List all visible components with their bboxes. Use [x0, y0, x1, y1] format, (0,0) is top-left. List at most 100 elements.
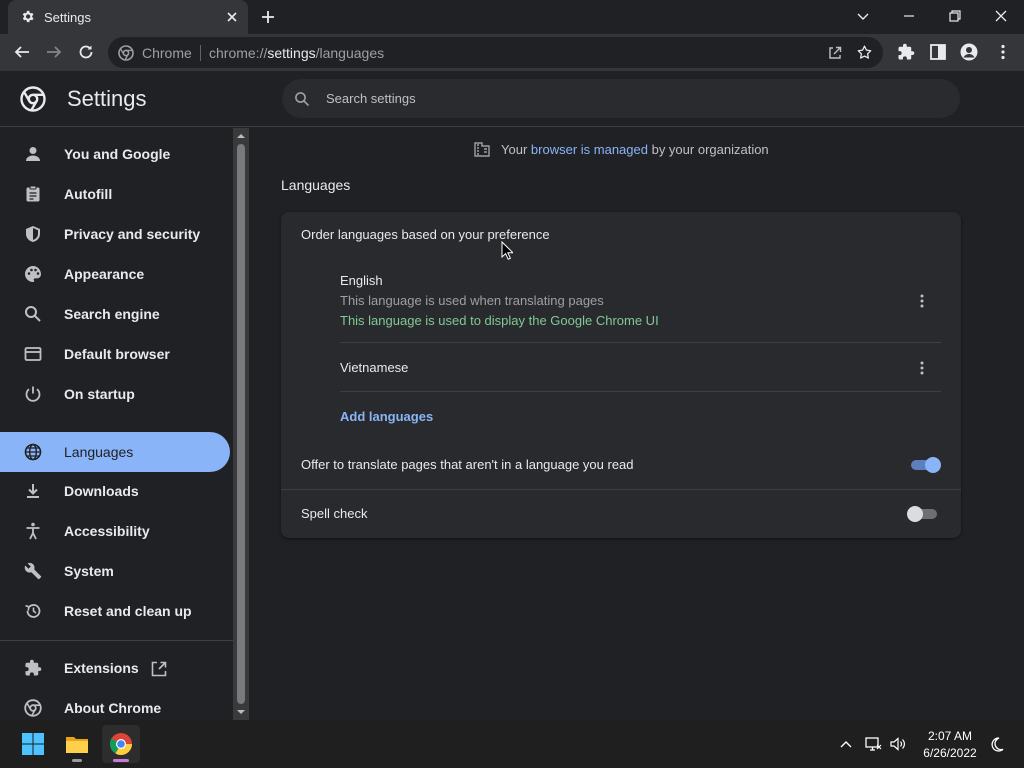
close-tab-icon[interactable] [224, 9, 240, 25]
restore-icon[interactable] [947, 8, 963, 24]
puzzle-icon [24, 659, 42, 677]
language-row-english: English This language is used when trans… [340, 272, 941, 332]
file-explorer-button[interactable] [58, 725, 96, 763]
tab-title: Settings [44, 10, 91, 25]
page-title: Settings [67, 86, 147, 111]
language-name: English [340, 273, 383, 288]
search-icon [24, 305, 42, 323]
offer-translate-toggle[interactable] [909, 457, 941, 473]
title-bar: Settings [0, 0, 1024, 34]
browser-icon [24, 345, 42, 363]
sidebar-item-reset-and-clean-up[interactable]: Reset and clean up [0, 591, 230, 631]
sidebar-item-languages[interactable]: Languages [0, 432, 230, 472]
ui-language-note: This language is used to display the Goo… [340, 313, 659, 328]
sidebar-item-system[interactable]: System [0, 551, 230, 591]
offer-translate-label: Offer to translate pages that aren't in … [301, 457, 634, 472]
settings-sidebar: You and Google Autofill Privacy and secu… [0, 128, 233, 720]
translate-note: This language is used when translating p… [340, 293, 604, 308]
sidebar-item-on-startup[interactable]: On startup [0, 374, 230, 414]
close-window-icon[interactable] [993, 8, 1009, 24]
forward-arrow-icon[interactable] [45, 43, 63, 61]
show-hidden-icons-chevron-icon[interactable] [838, 736, 854, 752]
profile-avatar-icon[interactable] [960, 43, 978, 61]
browser-toolbar: Chrome chrome://settings/languages [0, 34, 1024, 71]
toggle-knob [925, 457, 941, 473]
vietnamese-more-actions-icon[interactable] [917, 360, 927, 376]
mouse-cursor-icon [501, 241, 513, 260]
sidebar-item-accessibility[interactable]: Accessibility [0, 511, 230, 551]
extensions-puzzle-icon[interactable] [897, 43, 915, 61]
language-name: Vietnamese [340, 360, 409, 375]
languages-card: Order languages based on your preference… [281, 212, 961, 538]
settings-main: Your browser is managed by your organiza… [249, 128, 1024, 720]
sidebar-item-search-engine[interactable]: Search engine [0, 294, 230, 334]
settings-header: Settings [0, 71, 1024, 127]
sidebar-scrollbar[interactable] [233, 128, 249, 720]
windows-logo-icon [21, 732, 45, 756]
card-divider [281, 489, 961, 490]
person-icon [24, 145, 42, 163]
spell-check-toggle[interactable] [907, 506, 939, 522]
more-menu-icon[interactable] [994, 43, 1012, 61]
wrench-icon [24, 562, 42, 580]
search-settings-box[interactable] [282, 79, 960, 118]
site-name: Chrome [142, 45, 192, 61]
shield-icon [24, 225, 42, 243]
download-icon [24, 482, 42, 500]
sidebar-item-you-and-google[interactable]: You and Google [0, 134, 230, 174]
clock-time[interactable]: 2:07 AM [920, 729, 980, 743]
tab-search-chevron-icon[interactable] [855, 8, 871, 24]
side-panel-icon[interactable] [929, 43, 947, 61]
gear-icon [20, 9, 35, 24]
search-settings-input[interactable] [326, 88, 926, 108]
windows-taskbar: 2:07 AM 6/26/2022 [0, 720, 1024, 768]
back-arrow-icon[interactable] [13, 43, 31, 61]
toggle-knob [907, 506, 923, 522]
open-in-new-icon[interactable] [150, 660, 168, 678]
spell-check-label: Spell check [301, 506, 368, 521]
scrollbar-thumb[interactable] [237, 144, 245, 704]
sidebar-item-downloads[interactable]: Downloads [0, 471, 230, 511]
add-languages-button[interactable]: Add languages [340, 409, 433, 424]
building-icon [473, 140, 491, 158]
folder-icon [65, 732, 89, 756]
browser-managed-link[interactable]: browser is managed [531, 142, 648, 157]
palette-icon [24, 265, 42, 283]
bookmark-star-icon[interactable] [856, 44, 873, 61]
chrome-icon [24, 699, 42, 717]
sidebar-item-autofill[interactable]: Autofill [0, 174, 230, 214]
start-button[interactable] [14, 725, 52, 763]
row-divider [340, 391, 941, 392]
browser-tab[interactable]: Settings [8, 0, 248, 34]
network-icon[interactable] [864, 736, 882, 752]
search-icon [294, 91, 310, 107]
omnibox-separator [200, 45, 201, 61]
scroll-down-arrow-icon[interactable] [237, 708, 245, 716]
share-icon[interactable] [827, 45, 843, 61]
new-tab-icon[interactable] [260, 9, 276, 25]
sidebar-item-default-browser[interactable]: Default browser [0, 334, 230, 374]
reload-icon[interactable] [77, 43, 95, 61]
minimize-icon[interactable] [901, 8, 917, 24]
english-more-actions-icon[interactable] [917, 293, 927, 309]
volume-icon[interactable] [889, 736, 907, 752]
clipboard-icon [24, 185, 42, 203]
power-icon [24, 385, 42, 403]
chrome-site-icon [118, 45, 134, 61]
order-languages-label: Order languages based on your preference [301, 227, 550, 242]
scroll-up-arrow-icon[interactable] [237, 132, 245, 140]
clock-date[interactable]: 6/26/2022 [912, 746, 988, 760]
history-icon [24, 602, 42, 620]
chrome-taskbar-button[interactable] [102, 725, 140, 763]
address-bar[interactable]: Chrome chrome://settings/languages [108, 37, 883, 68]
active-indicator [113, 759, 129, 762]
chrome-logo-icon [20, 86, 46, 112]
sidebar-item-appearance[interactable]: Appearance [0, 254, 230, 294]
row-divider [340, 342, 941, 343]
section-title: Languages [281, 177, 351, 193]
sidebar-item-privacy-and-security[interactable]: Privacy and security [0, 214, 230, 254]
focus-assist-moon-icon[interactable] [989, 736, 1005, 752]
running-indicator [72, 759, 82, 762]
sidebar-divider [0, 640, 233, 641]
sidebar-item-extensions[interactable]: Extensions [0, 648, 230, 688]
